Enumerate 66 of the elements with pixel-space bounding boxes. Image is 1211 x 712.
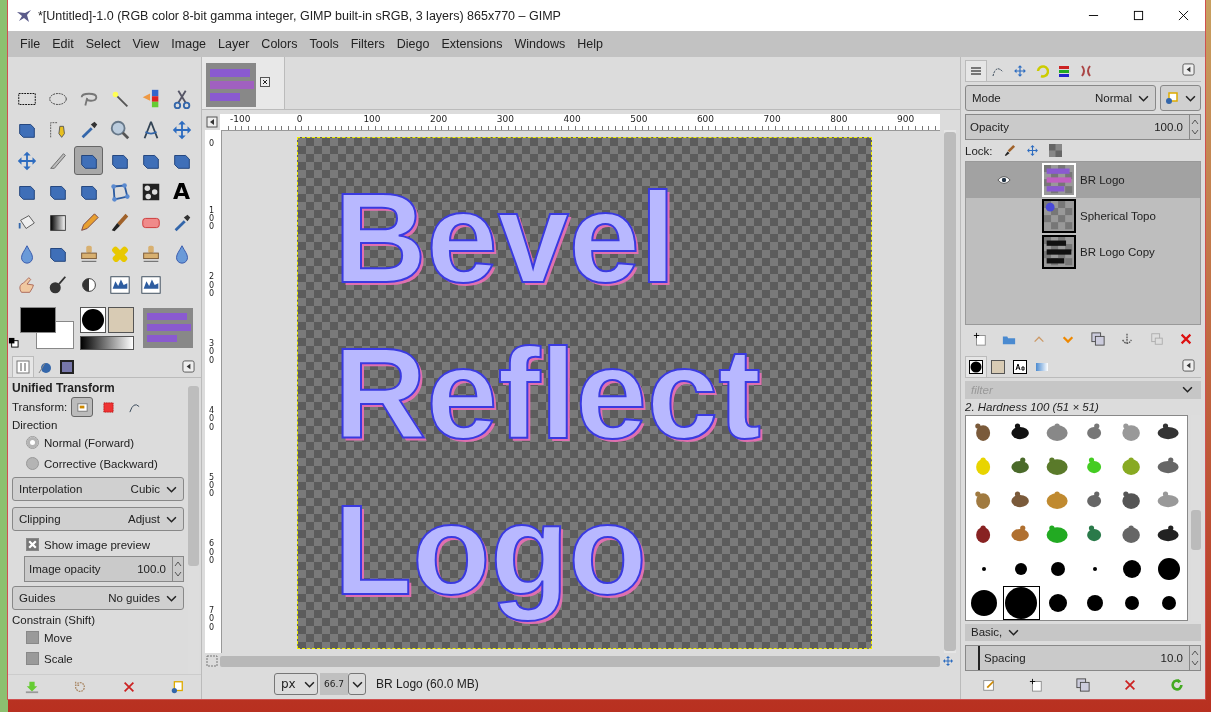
menu-item[interactable]: Windows [508,37,572,51]
unit-dropdown[interactable]: px [274,673,318,695]
constrain-label: Constrain (Shift) [12,614,97,626]
layer-row[interactable]: BR Logo Copy [966,234,1200,270]
menu-item[interactable]: Filters [344,37,391,51]
ruler-label: 100 [209,206,216,232]
interpolation-dropdown[interactable]: Interpolation Cubic [12,477,184,501]
zoom-field[interactable]: 66.7 [320,673,349,695]
menu-item[interactable]: File [14,37,47,51]
logo-text: Bevel [333,165,677,311]
image-canvas[interactable]: Bevel Reflect Logo [297,137,872,649]
ruler-label: 100 [363,113,381,125]
mode-dropdown[interactable]: Mode Normal [965,85,1156,111]
menu-item[interactable]: Edit [46,37,80,51]
ruler-label: 400 [563,113,581,125]
ruler-label: 700 [763,113,781,125]
ruler-label: 200 [430,113,448,125]
checkbox-label: Move [44,631,73,644]
layer-row[interactable]: Spherical Topo [966,198,1200,234]
window-title: *[Untitled]-1.0 (RGB color 8-bit gamma integer, GIMP built-in sRGB, 3 layers) 865x770 – GIMP [38,8,561,23]
clipping-dropdown[interactable]: Clipping Adjust [12,507,184,531]
tool-button[interactable]: A [167,177,196,206]
ruler-label: 900 [897,113,915,125]
ruler-label: 300 [209,340,216,366]
menu-item[interactable]: Layer [212,37,256,51]
ruler-label: 600 [696,113,715,125]
ruler-label: 500 [209,473,216,499]
menu-item[interactable]: Diego [390,37,436,51]
opacity-field[interactable]: Opacity 100.0 [965,114,1201,140]
ruler-label: 500 [630,113,648,125]
ruler-label: 300 [496,113,514,125]
tag-dropdown[interactable]: Basic, [965,623,1201,641]
tool-options-title: Unified Transform [12,381,116,395]
logo-text: Reflect [333,321,762,467]
brush-name: 2. Hardness 100 (51 × 51) [965,399,1100,415]
ruler-label: 0 [209,140,216,149]
lock-label: Lock: [965,144,993,157]
layer-name: BR Logo Copy [1080,246,1155,258]
ruler-label: 700 [209,606,216,633]
ruler-label: 0 [296,113,303,125]
layer-row[interactable]: BR Logo [966,162,1200,198]
menu-item[interactable]: Help [571,37,609,51]
menu-item[interactable]: Colors [255,37,304,51]
ruler-label: 600 [209,540,216,566]
direction-label: Direction [12,419,59,431]
radio-label: Normal (Forward) [44,436,135,449]
ruler-label: 800 [830,113,848,125]
image-opacity-field[interactable]: Image opacity 100.0 [24,556,184,582]
ruler-label: -100 [230,113,251,125]
layer-name: Spherical Topo [1080,210,1156,222]
checkbox-label: Show image preview [44,538,151,551]
menu-item[interactable]: Extensions [435,37,509,51]
menu-item[interactable]: Image [165,37,213,51]
menu-item[interactable]: Select [79,37,127,51]
checkbox-label: Scale [44,652,73,665]
transform-label: Transform: [12,401,68,413]
menu-item[interactable]: View [126,37,166,51]
guides-dropdown[interactable]: Guides No guides [12,586,184,610]
layer-name: BR Logo [1080,174,1125,186]
ruler-label: 200 [209,273,216,299]
menu-item[interactable]: Tools [303,37,345,51]
status-text: BR Logo (60.0 MB) [376,677,479,691]
spacing-slider[interactable]: Spacing 10.0 [965,645,1201,671]
radio-label: Corrective (Backward) [44,457,158,470]
ruler-label: 400 [209,406,216,432]
logo-text: Logo [333,477,648,623]
